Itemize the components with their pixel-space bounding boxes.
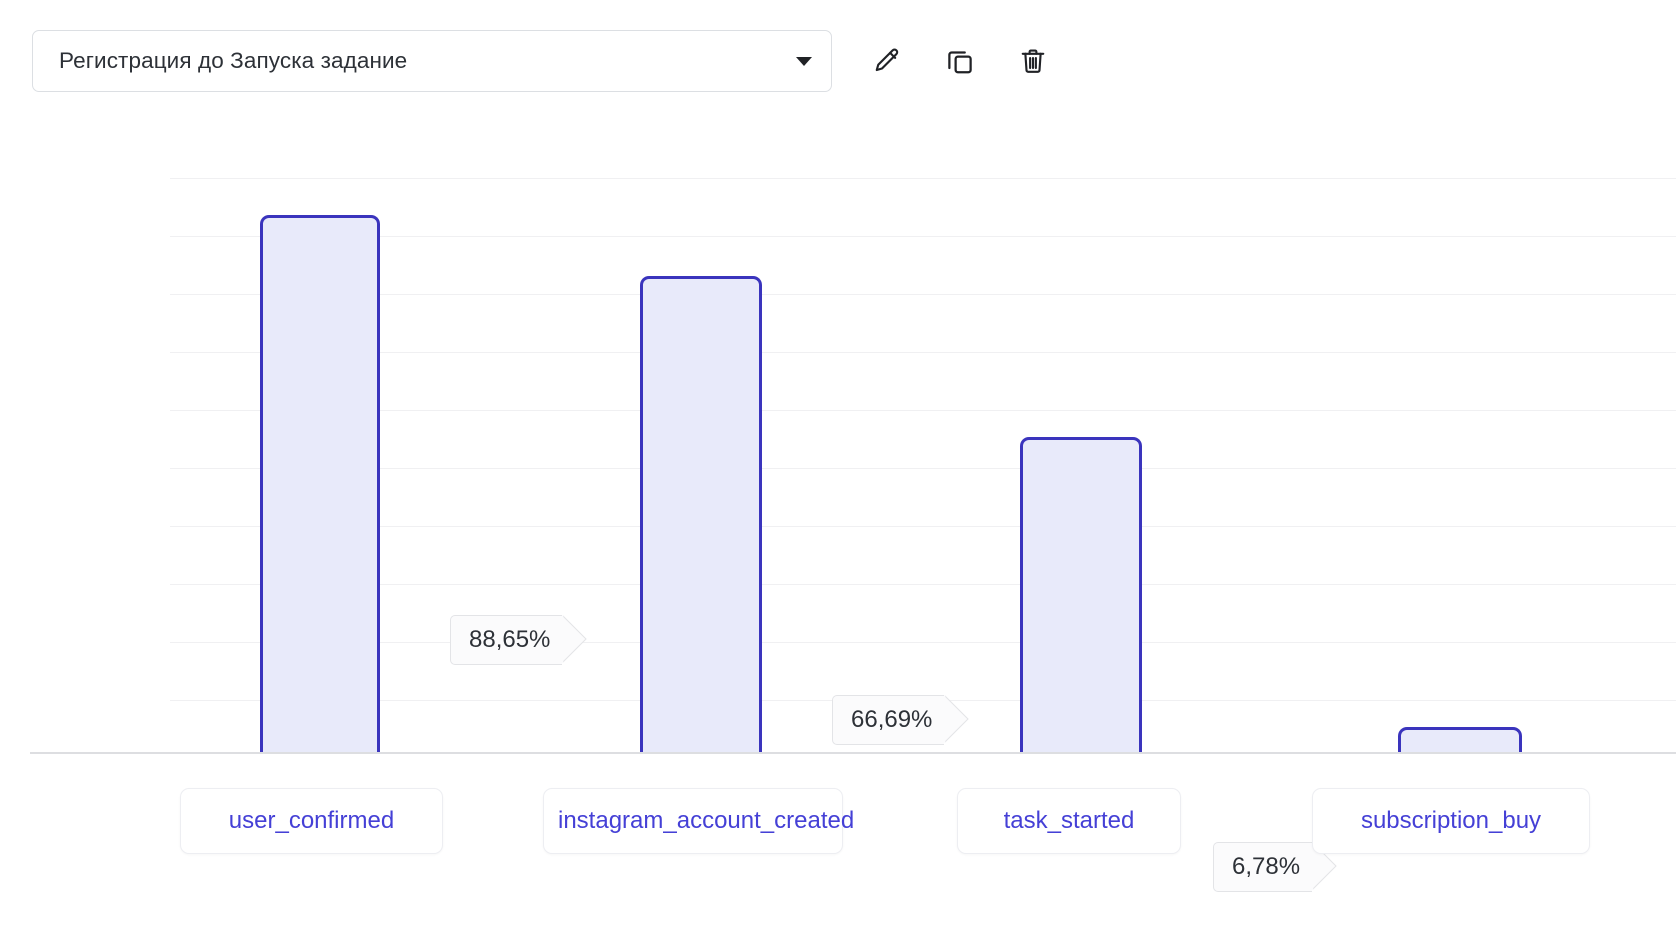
conversion-badge-3-value: 6,78%	[1232, 853, 1301, 880]
conversion-badge-3: 6,78%	[1213, 841, 1337, 892]
conversion-badge-2: 66,69%	[832, 694, 970, 745]
gridline	[170, 352, 1676, 353]
funnel-select-value: Регистрация до Запуска задание	[59, 48, 408, 73]
bar-task-started[interactable]	[1020, 437, 1142, 752]
funnel-chart: 88,65% 66,69% 6,78% user_confirmed insta…	[0, 120, 1676, 940]
chevron-right-shape	[561, 614, 588, 664]
edit-funnel-button[interactable]	[864, 38, 910, 84]
category-label-task-started[interactable]: task_started	[957, 788, 1181, 854]
delete-funnel-button[interactable]	[1010, 38, 1056, 84]
category-label-subscription-buy[interactable]: subscription_buy	[1312, 788, 1590, 854]
conversion-badge-1-value: 88,65%	[469, 626, 551, 653]
chart-baseline	[30, 752, 1676, 754]
funnel-toolbar: Регистрация до Запуска задание	[0, 0, 1676, 120]
gridline	[170, 294, 1676, 295]
gridline	[170, 584, 1676, 585]
funnel-select[interactable]: Регистрация до Запуска задание	[32, 30, 832, 92]
copy-icon	[945, 46, 975, 76]
gridline	[170, 410, 1676, 411]
gridline	[170, 526, 1676, 527]
gridline	[170, 642, 1676, 643]
gridline	[170, 178, 1676, 179]
gridline	[170, 236, 1676, 237]
chevron-down-icon[interactable]	[777, 56, 831, 66]
duplicate-funnel-button[interactable]	[937, 38, 983, 84]
pencil-icon	[872, 46, 902, 76]
bar-user-confirmed[interactable]	[260, 215, 380, 752]
conversion-badge-2-value: 66,69%	[851, 706, 933, 733]
conversion-badge-1: 88,65%	[450, 614, 588, 665]
category-label-user-confirmed[interactable]: user_confirmed	[180, 788, 443, 854]
chart-plot-area: 88,65% 66,69% 6,78%	[0, 120, 1676, 892]
bar-subscription-buy[interactable]	[1398, 727, 1522, 752]
gridline	[170, 468, 1676, 469]
bar-instagram-account-created[interactable]	[640, 276, 762, 752]
trash-icon	[1018, 46, 1048, 76]
chevron-right-shape	[943, 694, 970, 744]
category-label-instagram-account-created[interactable]: instagram_account_created	[543, 788, 854, 854]
